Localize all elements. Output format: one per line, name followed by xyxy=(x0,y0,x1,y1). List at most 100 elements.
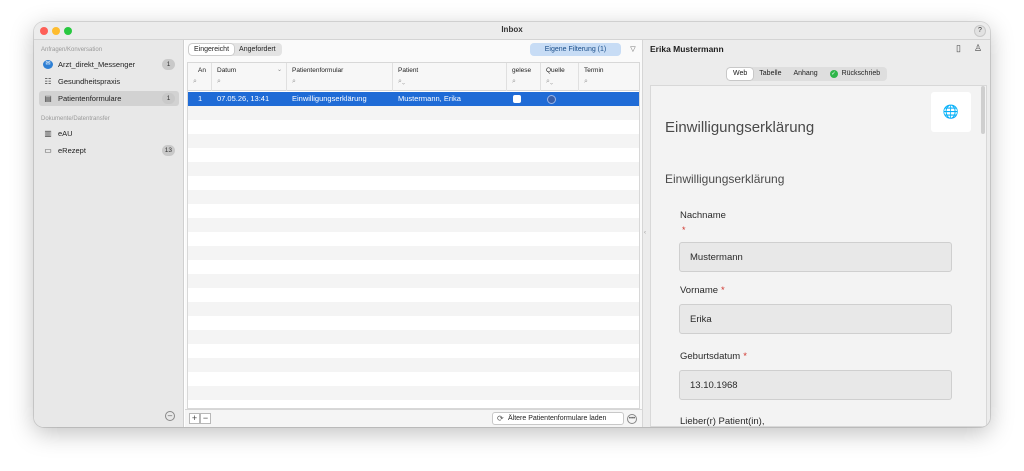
sidebar-item-label: Patientenformulare xyxy=(58,94,122,103)
column-header-datum[interactable]: Datum ⌄ ⌕ xyxy=(212,63,287,91)
table-row xyxy=(188,330,639,344)
search-icon[interactable]: ⌕ xyxy=(292,78,296,86)
table-row xyxy=(188,218,639,232)
form-icon: ▤ xyxy=(44,94,52,103)
own-filter-button[interactable]: Eigene Filterung (1) xyxy=(530,43,621,56)
form-web-view: 🌐 Einwilligungserklärung Einwilligungser… xyxy=(650,85,987,427)
search-icon[interactable]: ⌕⌄ xyxy=(398,78,405,86)
sidebar-section-heading: Dokumente/Datentransfer xyxy=(41,116,110,122)
vorname-label: Vorname * xyxy=(680,285,725,296)
tab-angefordert[interactable]: Angefordert xyxy=(234,44,281,55)
tab-web[interactable]: Web xyxy=(727,68,754,80)
sidebar-item-label: Arzt_direkt_Messenger xyxy=(58,60,136,69)
patient-name-heading: Erika Mustermann xyxy=(650,44,724,54)
globe-icon[interactable]: 🌐 xyxy=(931,92,971,132)
load-older-label: Ältere Patientenformulare laden xyxy=(508,415,607,422)
table-row xyxy=(188,120,639,134)
table-row xyxy=(188,302,639,316)
required-marker: * xyxy=(682,225,686,235)
cell-an: 1 xyxy=(198,94,203,103)
add-button[interactable]: + xyxy=(189,413,200,424)
title-bar: Inbox ? xyxy=(34,22,990,40)
table-row xyxy=(188,106,639,120)
unread-badge: 1 xyxy=(162,59,175,70)
forms-table: An ⌕ Datum ⌄ ⌕ Patientenformular ⌕ Patie… xyxy=(187,62,640,409)
help-button[interactable]: ? xyxy=(974,25,986,37)
prescription-icon: ▭ xyxy=(44,146,52,155)
column-header-patient[interactable]: Patient ⌕⌄ xyxy=(393,63,507,91)
nachname-field[interactable] xyxy=(679,242,952,272)
splitter-grip-icon[interactable]: ‹ xyxy=(644,230,646,236)
read-checkbox[interactable] xyxy=(513,95,521,103)
sidebar-item-label: eRezept xyxy=(58,146,86,155)
document-icon: ▥ xyxy=(44,129,52,138)
detail-panel: Erika Mustermann ▯ ♙ Web Tabelle Anhang … xyxy=(648,40,990,427)
tab-rueckschrieb-label: Rückschrieb xyxy=(841,70,881,77)
sidebar: Anfragen/Konversation ✉ Arzt_direkt_Mess… xyxy=(34,40,184,427)
tab-rueckschrieb[interactable]: ✓ Rückschrieb xyxy=(824,68,887,80)
cell-patient: Mustermann, Erika xyxy=(398,94,461,103)
table-row xyxy=(188,134,639,148)
table-row xyxy=(188,232,639,246)
table-header: An ⌕ Datum ⌄ ⌕ Patientenformular ⌕ Patie… xyxy=(188,63,639,91)
form-subtitle: Einwilligungserklärung xyxy=(665,172,785,186)
filter-funnel-icon[interactable]: ▽ xyxy=(627,44,639,56)
cell-datum: 07.05.26, 13:41 xyxy=(217,94,270,103)
geburtsdatum-field[interactable] xyxy=(679,370,952,400)
table-row[interactable]: 1 07.05.26, 13:41 Einwilligungserklärung… xyxy=(188,92,639,106)
column-header-patientenformular[interactable]: Patientenformular ⌕ xyxy=(287,63,393,91)
table-row xyxy=(188,344,639,358)
search-icon[interactable]: ⌕⌄ xyxy=(546,78,553,86)
table-row xyxy=(188,400,639,408)
sidebar-item-gesundheitspraxis[interactable]: ☷ Gesundheitspraxis xyxy=(39,74,179,89)
app-window: Inbox ? Anfragen/Konversation ✉ Arzt_dir… xyxy=(34,22,990,427)
unread-badge: 1 xyxy=(162,93,175,104)
required-marker: * xyxy=(743,351,747,362)
window-title: Inbox xyxy=(501,25,523,34)
load-older-button[interactable]: ⟳ Ältere Patientenformulare laden xyxy=(492,412,624,425)
more-options-icon[interactable]: – xyxy=(165,411,175,421)
geburtsdatum-label: Geburtsdatum * xyxy=(680,351,747,362)
sidebar-item-erezept[interactable]: ▭ eRezept 13 xyxy=(39,143,179,158)
messenger-icon: ✉ xyxy=(43,60,53,69)
cell-formular: Einwilligungserklärung xyxy=(292,94,367,103)
vorname-field[interactable] xyxy=(679,304,952,334)
form-title: Einwilligungserklärung xyxy=(665,119,815,136)
column-header-termin[interactable]: Termin ⌕ xyxy=(579,63,639,91)
search-icon[interactable]: ⌕ xyxy=(584,78,588,86)
vertical-scrollbar[interactable] xyxy=(981,86,985,134)
table-row xyxy=(188,386,639,400)
column-header-gelesen[interactable]: gelese ⌕ xyxy=(507,63,541,91)
table-row xyxy=(188,148,639,162)
sidebar-item-messenger[interactable]: ✉ Arzt_direkt_Messenger 1 xyxy=(39,57,179,72)
search-icon[interactable]: ⌕ xyxy=(217,78,221,86)
more-options-icon[interactable]: ••• xyxy=(627,414,637,424)
table-row xyxy=(188,372,639,386)
table-row xyxy=(188,246,639,260)
source-icon xyxy=(547,95,556,104)
table-row xyxy=(188,260,639,274)
tab-tabelle[interactable]: Tabelle xyxy=(753,68,787,80)
search-icon[interactable]: ⌕ xyxy=(193,78,197,86)
column-header-quelle[interactable]: Quelle ⌕⌄ xyxy=(541,63,579,91)
table-row xyxy=(188,176,639,190)
sidebar-section-heading: Anfragen/Konversation xyxy=(41,47,103,53)
sidebar-item-label: eAU xyxy=(58,129,73,138)
remove-button[interactable]: − xyxy=(200,413,211,424)
nachname-label: Nachname xyxy=(680,210,726,221)
chevron-down-icon[interactable]: ⌄ xyxy=(277,66,282,73)
sidebar-item-eau[interactable]: ▥ eAU xyxy=(39,126,179,141)
people-icon: ☷ xyxy=(44,77,52,86)
refresh-icon: ⟳ xyxy=(497,414,504,423)
person-icon[interactable]: ♙ xyxy=(974,43,982,54)
sidebar-item-patientenformulare[interactable]: ▤ Patientenformulare 1 xyxy=(39,91,179,106)
table-row xyxy=(188,162,639,176)
tab-anhang[interactable]: Anhang xyxy=(787,68,823,80)
tab-eingereicht[interactable]: Eingereicht xyxy=(189,44,235,55)
clipboard-icon[interactable]: ▯ xyxy=(956,43,961,54)
search-icon[interactable]: ⌕ xyxy=(512,78,516,86)
column-header-an[interactable]: An ⌕ xyxy=(188,63,212,91)
table-row xyxy=(188,288,639,302)
table-row xyxy=(188,274,639,288)
table-row xyxy=(188,316,639,330)
